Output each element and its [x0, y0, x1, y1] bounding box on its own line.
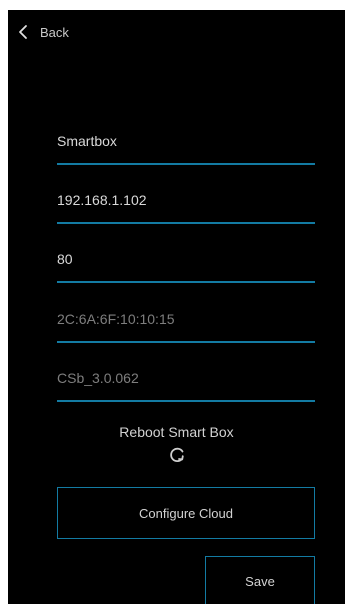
mac-address-field: [57, 303, 315, 343]
device-settings-screen: Back Reboot Smart Box Configure Cloud Sa…: [8, 10, 345, 604]
chevron-left-icon: [16, 22, 30, 42]
save-button[interactable]: Save: [205, 556, 315, 604]
firmware-version-input: [57, 370, 315, 386]
back-label: Back: [40, 24, 69, 40]
reboot-smart-box-button[interactable]: Reboot Smart Box: [8, 424, 345, 469]
name-input[interactable]: [57, 133, 315, 149]
name-field[interactable]: [57, 125, 315, 165]
back-button[interactable]: Back: [16, 22, 69, 42]
firmware-version-field: [57, 362, 315, 402]
ip-address-field[interactable]: [57, 184, 315, 224]
refresh-icon: [167, 446, 187, 469]
mac-address-input: [57, 311, 315, 327]
port-field[interactable]: [57, 243, 315, 283]
configure-cloud-button[interactable]: Configure Cloud: [57, 487, 315, 539]
reboot-label: Reboot Smart Box: [119, 424, 234, 440]
ip-address-input[interactable]: [57, 192, 315, 208]
port-input[interactable]: [57, 251, 315, 267]
